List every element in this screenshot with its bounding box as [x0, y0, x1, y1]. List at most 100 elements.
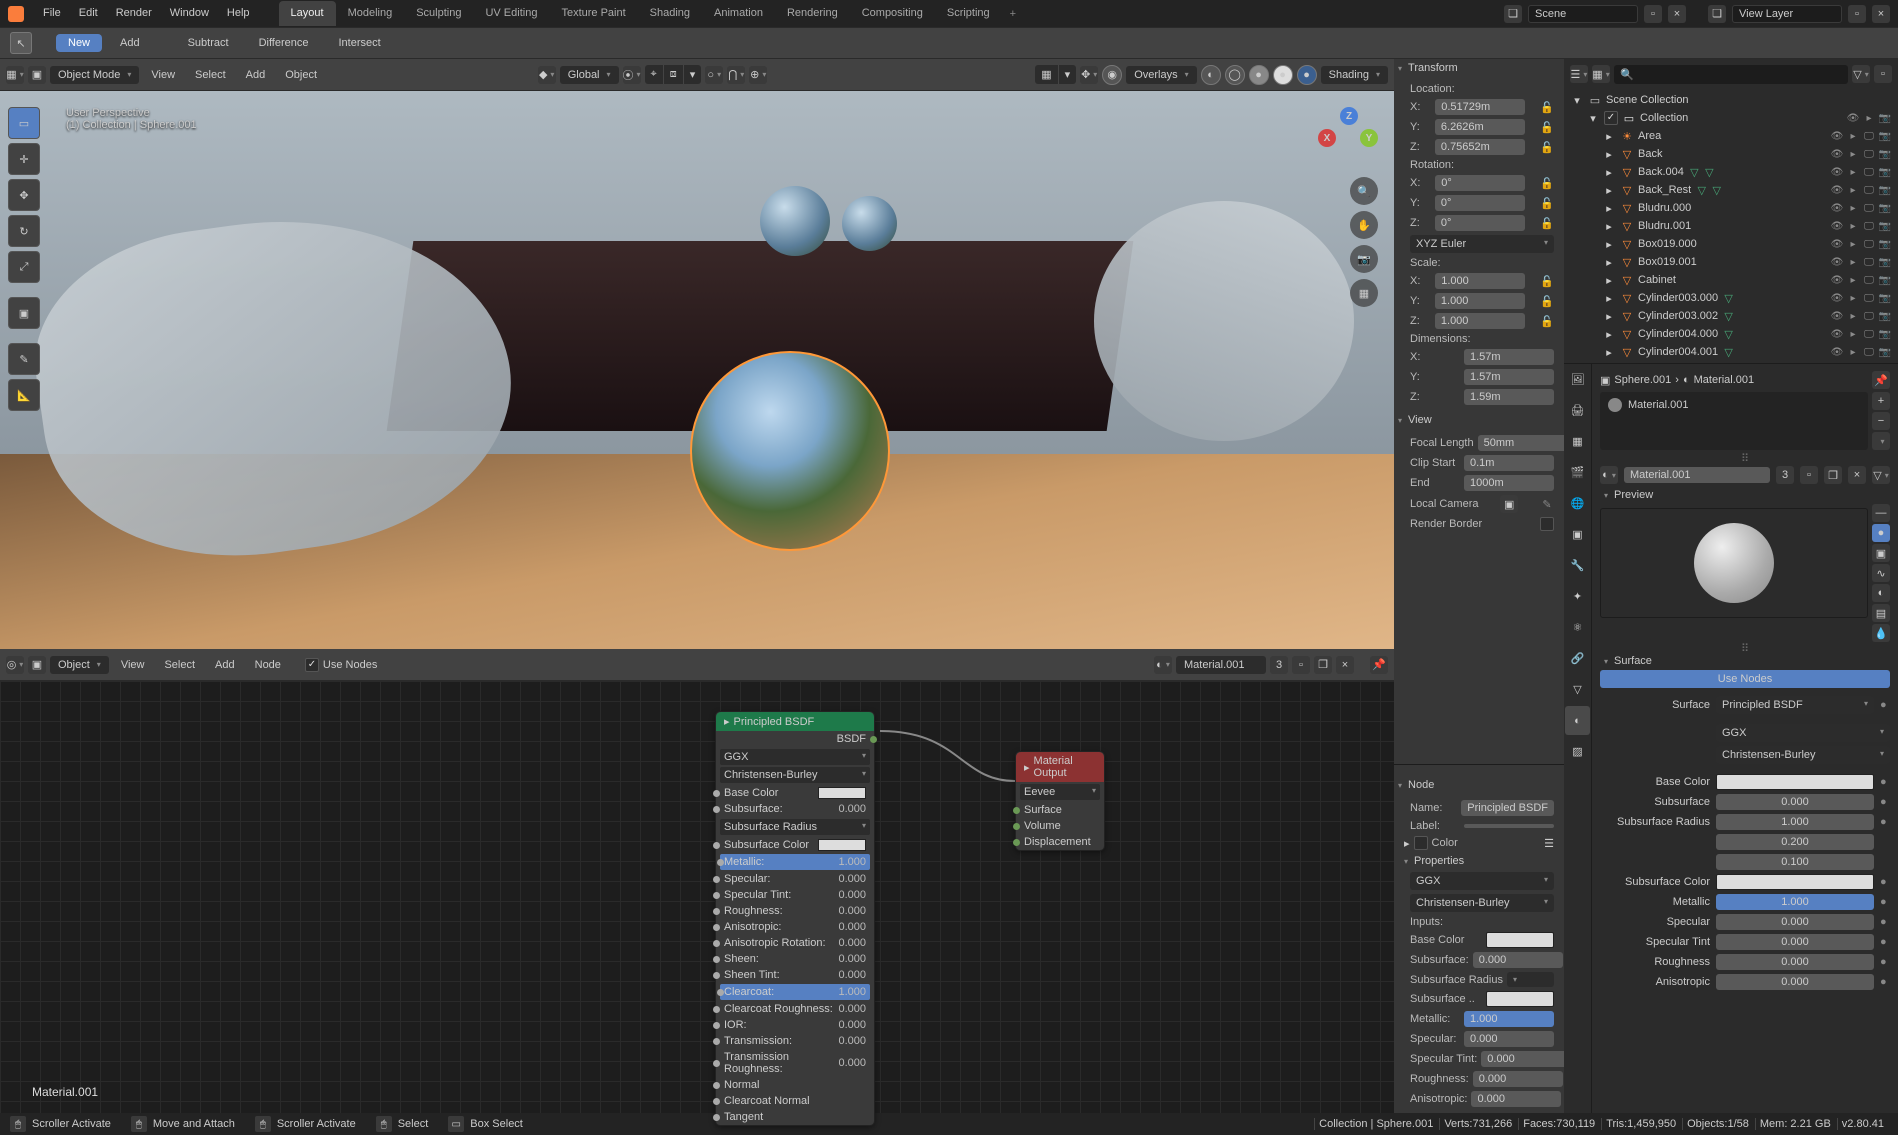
scale-z[interactable]: 1.000 — [1435, 313, 1525, 329]
selectable-toggle[interactable]: ▸ — [1846, 129, 1860, 143]
material-name-field[interactable]: Material.001 — [1176, 656, 1266, 674]
menu-edit[interactable]: Edit — [70, 7, 107, 19]
viewport-toggle[interactable]: 🖵 — [1862, 219, 1876, 233]
node-type-icon[interactable]: ▣ — [28, 656, 46, 674]
node-input-normal[interactable]: Normal — [716, 1077, 874, 1093]
workspace-tab-sculpting[interactable]: Sculpting — [404, 1, 473, 26]
outliner-tree[interactable]: ▾▭Scene Collection ▾▭Collection 👁▸📷 ▸☀Ar… — [1564, 89, 1898, 363]
material-browse-icon[interactable]: ◐ — [1600, 466, 1618, 484]
preview-type-fluid[interactable]: 💧 — [1872, 624, 1890, 642]
socket-dot[interactable]: ● — [1880, 956, 1890, 968]
menu-help[interactable]: Help — [218, 7, 259, 19]
render-toggle[interactable]: 📷 — [1878, 345, 1892, 359]
location-y[interactable]: 6.2626m — [1435, 119, 1525, 135]
node-type-dropdown[interactable]: Object — [50, 656, 109, 674]
viewport-toggle[interactable]: 🖵 — [1862, 147, 1876, 161]
scale-x[interactable]: 1.000 — [1435, 273, 1525, 289]
outliner-item-back-004[interactable]: ▸▽Back.004▽▽👁▸🖵📷 — [1564, 163, 1898, 181]
render-toggle[interactable]: 📷 — [1878, 255, 1892, 269]
npanel-input-base-color[interactable]: Base Color — [1400, 930, 1558, 950]
workspace-tab-texture-paint[interactable]: Texture Paint — [549, 1, 637, 26]
outliner-item-cabinet[interactable]: ▸▽Cabinet👁▸🖵📷 — [1564, 271, 1898, 289]
node-name-field[interactable]: Principled BSDF — [1461, 800, 1554, 816]
viewport-toggle[interactable]: 🖵 — [1862, 183, 1876, 197]
outliner-search-field[interactable]: 🔍 — [1614, 65, 1848, 84]
visibility-toggle[interactable]: 👁 — [1830, 129, 1844, 143]
node-input-sheen-[interactable]: Sheen:0.000 — [716, 951, 874, 967]
node-input-subsurface-radius[interactable]: Subsurface Radius — [720, 819, 870, 835]
properties-tab-viewlayer[interactable]: ▦ — [1565, 427, 1590, 456]
overlay-toggle[interactable]: ◉ — [1102, 65, 1122, 85]
proportional-edit[interactable]: ○ — [705, 66, 723, 84]
render-toggle[interactable]: 📷 — [1878, 273, 1892, 287]
prop-subsurface[interactable]: Subsurface0.000● — [1600, 792, 1890, 812]
node-node-menu[interactable]: Node — [247, 656, 289, 674]
node-label-field[interactable] — [1464, 824, 1554, 828]
output-socket-volume[interactable]: Volume — [1016, 818, 1104, 834]
dimension-z[interactable]: 1.59m — [1464, 389, 1554, 405]
properties-tab-object[interactable]: ▣ — [1565, 520, 1590, 549]
preview-type-shader[interactable]: ◐ — [1872, 584, 1890, 602]
properties-tab-material[interactable]: ◐ — [1565, 706, 1590, 735]
properties-tab-texture[interactable]: ▨ — [1565, 737, 1590, 766]
scene-delete-button[interactable]: × — [1668, 5, 1686, 23]
prop-subsurface-radius[interactable]: Subsurface Radius1.000●0.2000.100 — [1600, 812, 1890, 872]
outliner-item-bludru-001[interactable]: ▸▽Bludru.001👁▸🖵📷 — [1564, 217, 1898, 235]
proportional-falloff[interactable]: ⋂ — [727, 66, 745, 84]
prop-specular-tint[interactable]: Specular Tint0.000● — [1600, 932, 1890, 952]
viewlayer-new-button[interactable]: ▫ — [1848, 5, 1866, 23]
drag-handle-2[interactable]: ⠿ — [1600, 642, 1890, 652]
node-input-clearcoat-[interactable]: Clearcoat:1.000 — [720, 984, 870, 1000]
viewport-toggle[interactable]: 🖵 — [1862, 255, 1876, 269]
editor-type-node[interactable]: ◎ — [6, 656, 24, 674]
workspace-tab-modeling[interactable]: Modeling — [336, 1, 405, 26]
node-input-subsurface-[interactable]: Subsurface:0.000 — [716, 801, 874, 817]
perspective-toggle-icon[interactable]: ▦ — [1350, 279, 1378, 307]
outliner-display-mode[interactable]: ▦ — [1592, 65, 1610, 83]
visibility-icon[interactable]: 👁 — [1846, 111, 1860, 125]
sss-select[interactable]: Christensen-Burley — [1716, 746, 1890, 764]
properties-tab-constraints[interactable]: 🔗 — [1565, 644, 1590, 673]
orientation-dropdown[interactable]: Global — [560, 66, 619, 84]
axis-z[interactable]: Z — [1340, 107, 1358, 125]
list-icon[interactable]: ☰ — [1544, 837, 1554, 850]
selectable-toggle[interactable]: ▸ — [1846, 183, 1860, 197]
node-color-checkbox[interactable] — [1414, 836, 1428, 850]
location-x[interactable]: 0.51729m — [1435, 99, 1525, 115]
view-menu[interactable]: View — [143, 66, 183, 84]
prop-anisotropic[interactable]: Anisotropic0.000● — [1600, 972, 1890, 992]
viewport-toggle[interactable]: 🖵 — [1862, 291, 1876, 305]
socket-dot[interactable]: ● — [1880, 936, 1890, 948]
outliner-item-bludru-000[interactable]: ▸▽Bludru.000👁▸🖵📷 — [1564, 199, 1898, 217]
workspace-tab-rendering[interactable]: Rendering — [775, 1, 850, 26]
prop-roughness[interactable]: Roughness0.000● — [1600, 952, 1890, 972]
viewport-toggle[interactable]: 🖵 — [1862, 237, 1876, 251]
prop-metallic[interactable]: Metallic1.000● — [1600, 892, 1890, 912]
viewlayer-browse-icon[interactable]: ❏ — [1708, 5, 1726, 23]
xray-toggle[interactable]: ◐ — [1201, 65, 1221, 85]
pin-button[interactable]: 📌 — [1370, 656, 1388, 674]
dimension-y[interactable]: 1.57m — [1464, 369, 1554, 385]
properties-tab-output[interactable]: 🖨 — [1565, 396, 1590, 425]
add-workspace-button[interactable]: + — [1002, 8, 1024, 20]
viewport-toggle[interactable]: 🖵 — [1862, 273, 1876, 287]
outliner-item-box019-000[interactable]: ▸▽Box019.000👁▸🖵📷 — [1564, 235, 1898, 253]
material-slot-item[interactable]: Material.001 — [1604, 396, 1864, 414]
select-box-tool[interactable]: ▭ — [8, 107, 40, 139]
visibility-toggle[interactable]: 👁 — [1830, 255, 1844, 269]
material-output-node[interactable]: ▸Material Output Eevee SurfaceVolumeDisp… — [1015, 751, 1105, 851]
npanel-input-subsurface-[interactable]: Subsurface .. — [1400, 989, 1558, 1009]
material-users[interactable]: 3 — [1270, 656, 1288, 674]
selected-sphere[interactable] — [690, 351, 890, 551]
selectable-toggle[interactable]: ▸ — [1846, 165, 1860, 179]
outliner-filter-icon[interactable]: ▽ — [1852, 65, 1870, 83]
node-add-menu[interactable]: Add — [207, 656, 243, 674]
new-button[interactable]: New — [56, 34, 102, 52]
overlays-dropdown[interactable]: Overlays — [1126, 66, 1196, 84]
outliner-item-cylinder003-002[interactable]: ▸▽Cylinder003.002▽👁▸🖵📷 — [1564, 307, 1898, 325]
npanel-input-subsurface-[interactable]: Subsurface:0.000 — [1400, 950, 1558, 970]
pin-properties-icon[interactable]: 📌 — [1872, 371, 1890, 389]
measure-tool[interactable]: 📐 — [8, 379, 40, 411]
scene-new-button[interactable]: ▫ — [1644, 5, 1662, 23]
visibility-toggle[interactable]: 👁 — [1830, 183, 1844, 197]
